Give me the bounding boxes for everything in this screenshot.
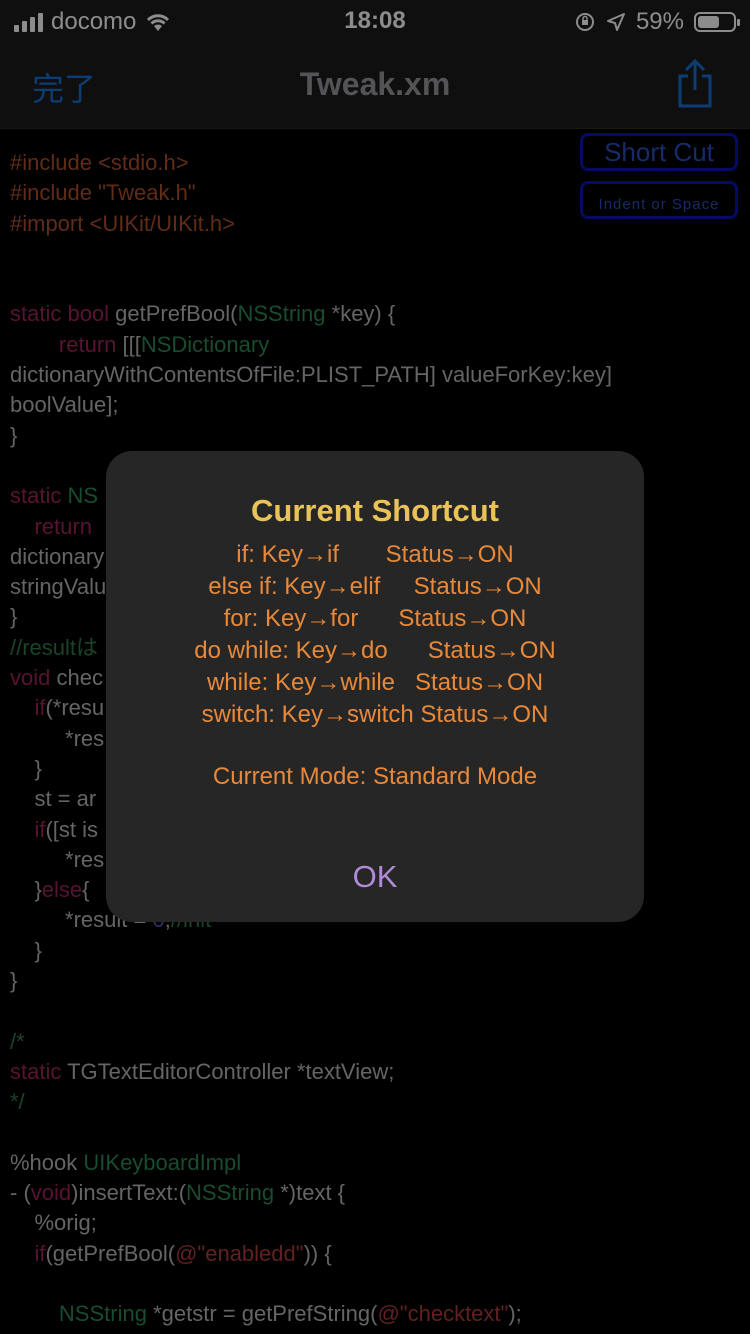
alert-title: Current Shortcut [251,493,499,528]
shortcut-row-else-if: else if: Key→elif Status→ON [208,573,542,600]
ok-button[interactable]: OK [106,859,644,895]
current-mode-label: Current Mode: Standard Mode [212,763,538,790]
shortcut-alert: Current Shortcut if: Key→if Status→ON el… [106,451,644,922]
shortcut-row-while: while: Key→while Status→ON [206,669,544,696]
shortcut-row-if: if: Key→if Status→ON [236,541,514,568]
shortcut-row-switch: switch: Key→switch Status→ON [201,701,549,728]
shortcut-row-do-while: do while: Key→do Status→ON [194,637,556,664]
shortcut-list: if: Key→if Status→ON else if: Key→elif S… [106,539,644,731]
shortcut-row-for: for: Key→for Status→ON [223,605,527,632]
